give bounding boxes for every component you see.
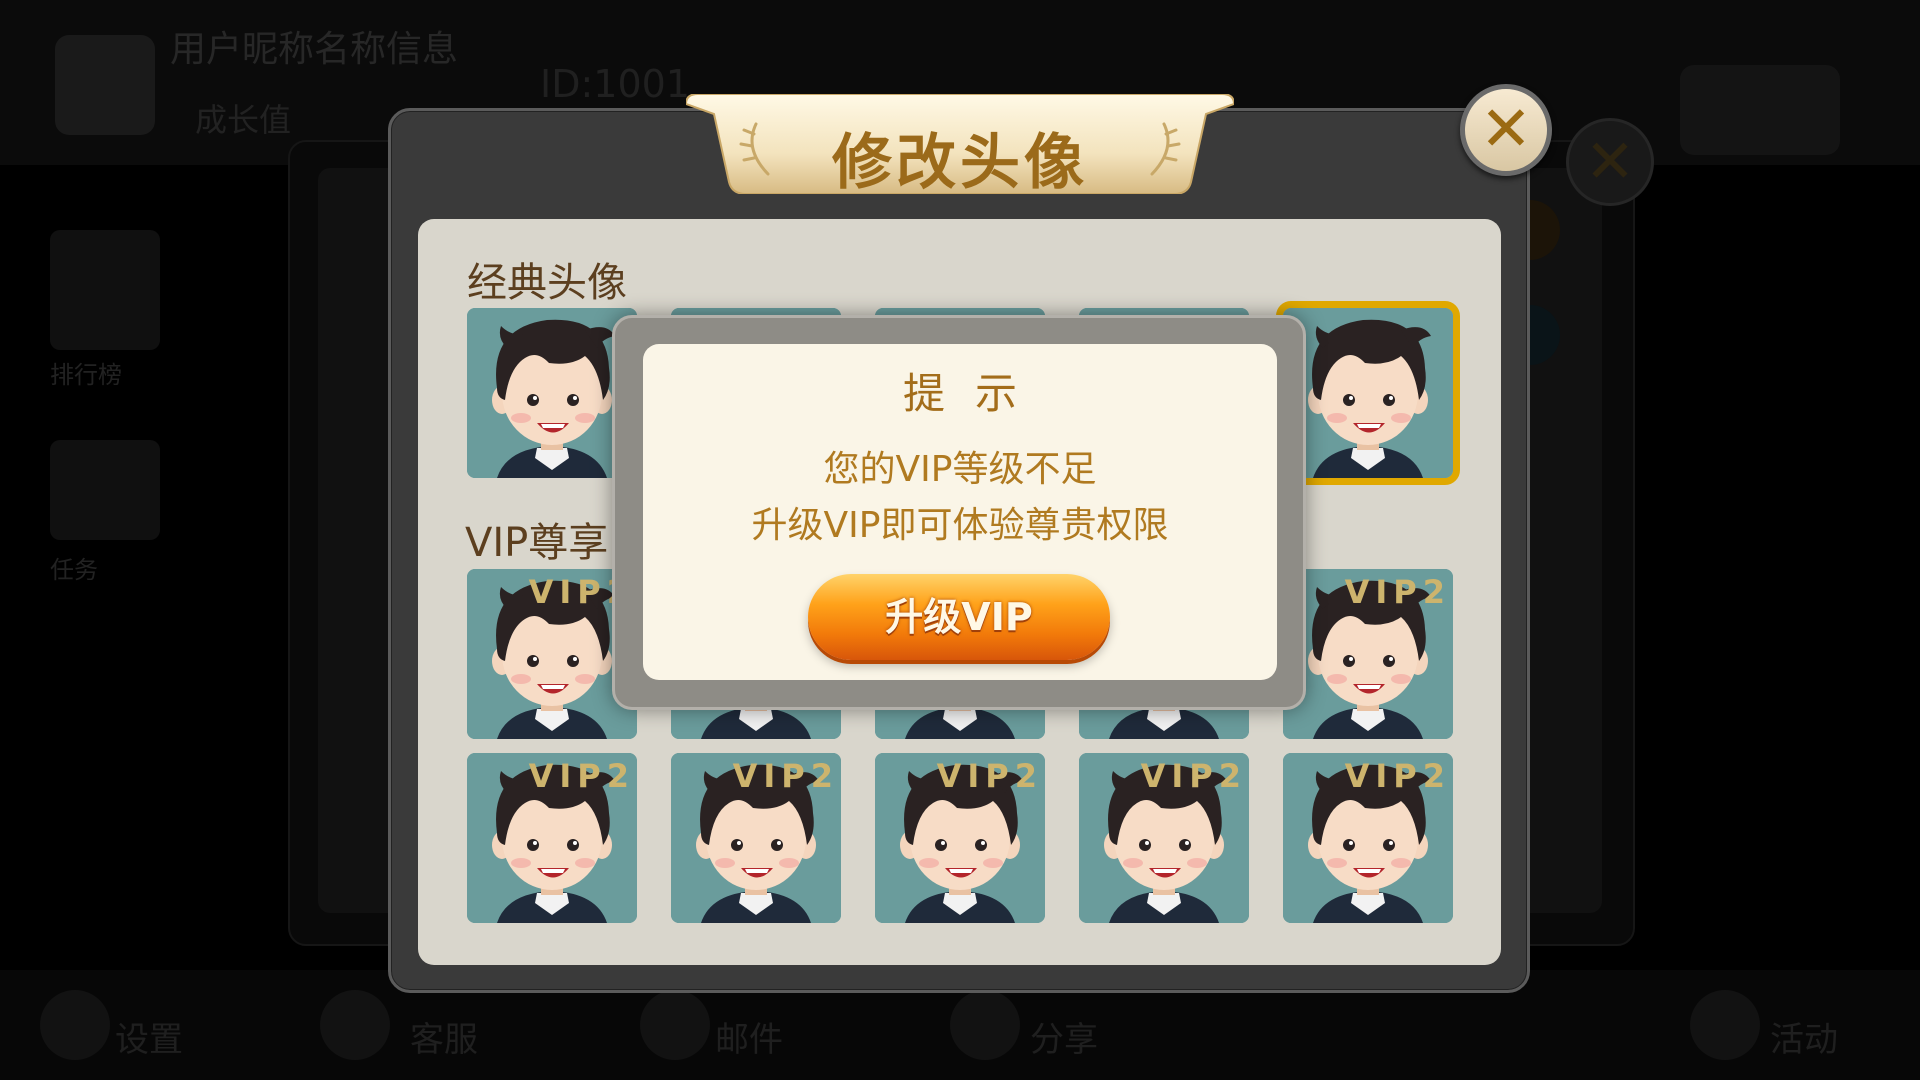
bg-left-item	[50, 230, 160, 350]
vip-badge: VIP2	[732, 757, 839, 795]
bg-bottom-item: 邮件	[715, 1020, 783, 1060]
bg-player-avatar	[55, 35, 155, 135]
vip-badge: VIP2	[1344, 573, 1451, 611]
vip-avatar-tile[interactable]: VIP2	[1283, 569, 1453, 739]
bg-close-icon: ✕	[1584, 127, 1636, 197]
upgrade-vip-button[interactable]: 升级VIP	[808, 574, 1110, 660]
vip-avatar-tile[interactable]: VIP2	[467, 753, 637, 923]
share-icon	[950, 990, 1020, 1060]
title-banner: 修改头像	[686, 94, 1234, 198]
vip-badge: VIP2	[1140, 757, 1247, 795]
close-button[interactable]: ✕	[1460, 84, 1552, 176]
bg-player-name: 用户昵称名称信息	[170, 29, 459, 70]
mail-icon	[640, 990, 710, 1060]
close-icon: ✕	[1480, 92, 1532, 165]
bg-top-right-button	[1680, 65, 1840, 155]
tip-message-line1: 您的VIP等级不足	[823, 449, 1097, 490]
tip-title: 提示	[902, 369, 1047, 418]
vip-avatar-tile[interactable]: VIP2	[875, 753, 1045, 923]
vip-badge: VIP2	[528, 757, 635, 795]
bg-close-button: ✕	[1566, 118, 1654, 206]
vip-avatars-label: VIP尊享	[465, 520, 609, 566]
bg-player-id: ID:1001	[540, 62, 690, 106]
gear-icon	[40, 990, 110, 1060]
bg-bottom-item: 分享	[1030, 1020, 1098, 1060]
vip-avatar-tile[interactable]: VIP2	[1079, 753, 1249, 923]
bg-left-label: 排行榜	[50, 361, 122, 389]
vip-badge: VIP2	[936, 757, 1043, 795]
classic-avatars-label: 经典头像	[467, 260, 627, 306]
bg-player-sub: 成长值	[195, 101, 292, 139]
tip-message-line2: 升级VIP即可体验尊贵权限	[751, 505, 1169, 546]
upgrade-vip-label: 升级VIP	[885, 595, 1033, 639]
activity-icon	[1690, 990, 1760, 1060]
service-icon	[320, 990, 390, 1060]
vip-badge: VIP2	[1344, 757, 1451, 795]
vip-avatar-tile[interactable]: VIP2	[671, 753, 841, 923]
bg-left-label: 任务	[50, 556, 98, 584]
dialog-title: 修改头像	[832, 128, 1088, 198]
bg-bottom-item: 活动	[1770, 1020, 1838, 1060]
bg-bottom-item: 设置	[115, 1020, 183, 1060]
vip-avatar-tile[interactable]: VIP2	[1283, 753, 1453, 923]
classic-avatar-tile[interactable]	[1276, 301, 1460, 485]
bg-bottom-item: 客服	[410, 1020, 478, 1060]
bg-left-item	[50, 440, 160, 540]
